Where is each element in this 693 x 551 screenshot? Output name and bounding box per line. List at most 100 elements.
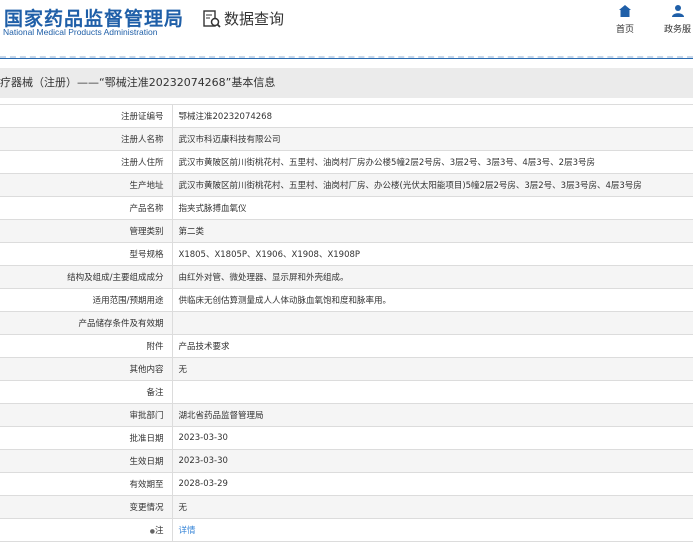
row-value-text: 武汉市黄陂区前川街桃花村、五里村、油岗村厂房办公楼5幢2层2号房、3层2号、3层… <box>178 158 596 168</box>
row-value-text: 由红外对管、微处理器、显示屏和外壳组成。 <box>178 273 349 283</box>
row-label: 有效期至 <box>0 472 173 496</box>
nav-home[interactable]: 首页 <box>616 4 634 35</box>
row-label-text: 注 <box>154 526 164 536</box>
row-label-text: 审批部门 <box>129 411 164 421</box>
page-title: 疗器械（注册）——“鄂械注准20232074268”基本信息 <box>0 68 693 98</box>
row-label: 注册人名称 <box>0 127 173 151</box>
row-label-text: 生产地址 <box>129 181 164 191</box>
row-value: 鄂械注准20232074268 <box>172 104 693 128</box>
row-label: 适用范围/预期用途 <box>0 288 173 312</box>
row-value: 详情 <box>172 518 693 542</box>
logo-en: National Medical Products Administration <box>3 27 158 37</box>
search-document-icon <box>203 9 221 28</box>
table-row: 附件 产品技术要求 <box>0 334 693 358</box>
row-label: 管理类别 <box>0 219 173 243</box>
row-value-text: 湖北省药品监督管理局 <box>178 411 264 421</box>
row-value: X1805、X1805P、X1906、X1908、X1908P <box>172 242 693 266</box>
row-label-text: 备注 <box>146 388 164 398</box>
row-value: 武汉市黄陂区前川街桃花村、五里村、油岗村厂房、办公楼(光伏太阳能项目)5幢2层2… <box>172 173 693 197</box>
row-label-text: 管理类别 <box>129 227 164 237</box>
table-row: 生产地址 武汉市黄陂区前川街桃花村、五里村、油岗村厂房、办公楼(光伏太阳能项目)5… <box>0 173 693 197</box>
table-row: 产品名称 指夹式脉搏血氧仪 <box>0 196 693 220</box>
row-label: 备注 <box>0 380 173 404</box>
row-value-text: 2028-03-29 <box>178 479 228 489</box>
row-value: 无 <box>172 495 693 519</box>
row-label-text: 有效期至 <box>129 480 164 490</box>
row-label-text: 注册人名称 <box>120 135 164 145</box>
row-value: 2028-03-29 <box>172 472 693 496</box>
row-value-text: 2023-03-30 <box>178 456 228 466</box>
row-value-text: 2023-03-30 <box>178 433 228 443</box>
row-label-text: 型号规格 <box>129 250 164 260</box>
row-label-text: 生效日期 <box>129 457 164 467</box>
row-label: 生产地址 <box>0 173 173 197</box>
row-label: 型号规格 <box>0 242 173 266</box>
row-label: 附件 <box>0 334 173 358</box>
row-value: 指夹式脉搏血氧仪 <box>172 196 693 220</box>
row-label: 其他内容 <box>0 357 173 381</box>
row-value: 湖北省药品监督管理局 <box>172 403 693 427</box>
row-label-text: 适用范围/预期用途 <box>92 296 164 306</box>
row-label: 批准日期 <box>0 426 173 450</box>
row-value: 2023-03-30 <box>172 426 693 450</box>
row-label-text: 产品名称 <box>129 204 164 214</box>
row-value: 产品技术要求 <box>172 334 693 358</box>
row-value <box>172 311 693 335</box>
row-value: 第二类 <box>172 219 693 243</box>
row-value-text: X1805、X1805P、X1906、X1908、X1908P <box>178 250 361 260</box>
row-label-text: 批准日期 <box>129 434 164 444</box>
row-value-text: 第二类 <box>178 227 205 237</box>
row-label: 产品储存条件及有效期 <box>0 311 173 335</box>
table-row: 型号规格 X1805、X1805P、X1906、X1908、X1908P <box>0 242 693 266</box>
row-value-text: 无 <box>178 503 188 513</box>
row-label: 产品名称 <box>0 196 173 220</box>
user-icon <box>671 5 684 17</box>
table-row: 注册证编号 鄂械注准20232074268 <box>0 104 693 128</box>
table-row: 审批部门 湖北省药品监督管理局 <box>0 403 693 427</box>
data-query-link[interactable]: 数据查询 <box>202 8 284 29</box>
info-table: 注册证编号 鄂械注准20232074268 注册人名称 武汉市科迈康科技有限公司 注册人… <box>0 104 693 542</box>
row-value: 无 <box>172 357 693 381</box>
table-row: 批准日期 2023-03-30 <box>0 426 693 450</box>
row-label-text: 其他内容 <box>129 365 164 375</box>
row-label-text: 注册证编号 <box>120 112 164 122</box>
site-header: 国家药品监督管理局 National Medical Products Admi… <box>0 0 693 59</box>
row-label-text: 注册人住所 <box>120 158 164 168</box>
row-value-text: 鄂械注准20232074268 <box>178 112 273 122</box>
table-row: 注册人名称 武汉市科迈康科技有限公司 <box>0 127 693 151</box>
row-label-text: 结构及组成/主要组成成分 <box>67 273 164 283</box>
row-value-text: 武汉市科迈康科技有限公司 <box>178 135 281 145</box>
row-value: 武汉市科迈康科技有限公司 <box>172 127 693 151</box>
table-row: 产品储存条件及有效期 <box>0 311 693 335</box>
row-value: 供临床无创估算测量成人人体动脉血氧饱和度和脉率用。 <box>172 288 693 312</box>
row-label: ●注 <box>0 518 173 542</box>
row-value: 由红外对管、微处理器、显示屏和外壳组成。 <box>172 265 693 289</box>
table-row: 适用范围/预期用途 供临床无创估算测量成人人体动脉血氧饱和度和脉率用。 <box>0 288 693 312</box>
table-row: 生效日期 2023-03-30 <box>0 449 693 473</box>
table-row: 结构及组成/主要组成成分 由红外对管、微处理器、显示屏和外壳组成。 <box>0 265 693 289</box>
row-label: 生效日期 <box>0 449 173 473</box>
row-label-text: 产品储存条件及有效期 <box>78 319 164 329</box>
home-icon <box>619 5 631 17</box>
row-label: 审批部门 <box>0 403 173 427</box>
table-row: 备注 <box>0 380 693 404</box>
row-label: 注册人住所 <box>0 150 173 174</box>
data-query-label: 数据查询 <box>224 10 285 28</box>
details-link[interactable]: 详情 <box>179 526 196 536</box>
nav-gov-service[interactable]: 政务服 <box>664 4 691 35</box>
row-value <box>172 380 693 404</box>
row-value-text: 无 <box>178 365 188 375</box>
row-label: 注册证编号 <box>0 104 173 128</box>
nav-home-label: 首页 <box>616 25 635 35</box>
row-value-text: 供临床无创估算测量成人人体动脉血氧饱和度和脉率用。 <box>178 296 392 306</box>
row-value-text: 产品技术要求 <box>178 342 230 352</box>
row-label: 变更情况 <box>0 495 173 519</box>
row-value: 2023-03-30 <box>172 449 693 473</box>
row-label-text: 附件 <box>146 342 164 352</box>
table-row: 变更情况 无 <box>0 495 693 519</box>
table-row: 其他内容 无 <box>0 357 693 381</box>
table-row: 管理类别 第二类 <box>0 219 693 243</box>
row-value-text: 指夹式脉搏血氧仪 <box>178 204 247 214</box>
row-value-text: 武汉市黄陂区前川街桃花村、五里村、油岗村厂房、办公楼(光伏太阳能项目)5幢2层2… <box>178 181 642 191</box>
row-label: 结构及组成/主要组成成分 <box>0 265 173 289</box>
